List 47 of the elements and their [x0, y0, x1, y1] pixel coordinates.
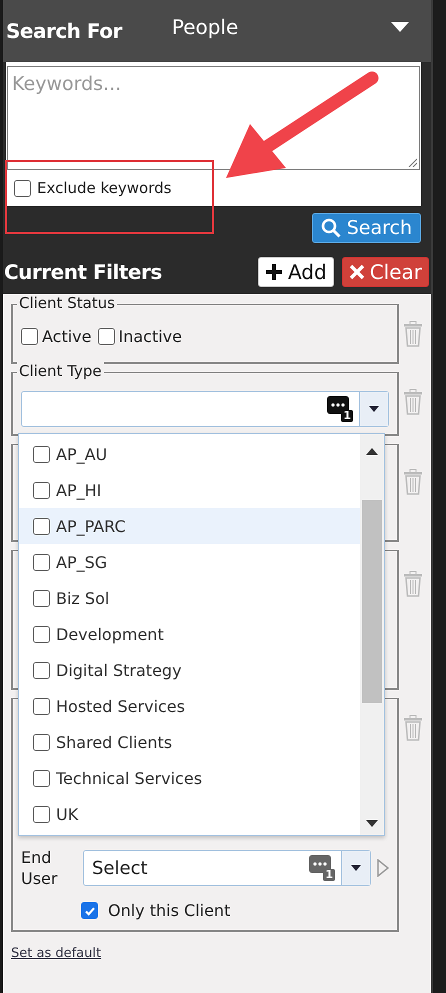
checkbox[interactable]: [33, 734, 50, 750]
caret-icon: [351, 865, 361, 871]
checkbox-label: Only this Client: [108, 901, 230, 920]
plus-icon: [264, 263, 283, 281]
checkbox[interactable]: [33, 698, 50, 714]
checkbox-label: Exclude keywords: [37, 179, 172, 197]
combo-field[interactable]: 1: [21, 391, 389, 427]
checkbox[interactable]: [33, 770, 50, 786]
close-icon: [348, 264, 365, 280]
checkbox[interactable]: [98, 328, 114, 345]
checkbox[interactable]: [33, 446, 50, 462]
clear-button[interactable]: Clear: [342, 257, 429, 287]
field-label: End User: [21, 847, 58, 889]
dropdown-item[interactable]: AP_PARC: [19, 508, 360, 544]
checkbox[interactable]: [81, 902, 98, 919]
scroll-down-icon[interactable]: [366, 820, 378, 827]
checkbox-label: Inactive: [118, 327, 182, 346]
search-for-label: Search For: [6, 19, 122, 43]
checkbox[interactable]: [33, 482, 50, 498]
checkbox[interactable]: [33, 554, 50, 570]
checkbox[interactable]: [33, 662, 50, 678]
caret-icon: [391, 22, 409, 32]
set-default-link[interactable]: Set as default: [11, 946, 102, 961]
checkbox[interactable]: [33, 518, 50, 534]
filters-title: Current Filters: [4, 260, 163, 284]
scroll-up-icon[interactable]: [366, 448, 378, 455]
scrollbar-thumb[interactable]: [362, 500, 382, 703]
select-field[interactable]: Select 1: [83, 850, 371, 886]
count-badge: 1: [323, 869, 335, 881]
search-button[interactable]: Search: [312, 213, 421, 243]
checkbox-label: Active: [42, 327, 92, 346]
count-badge: 1: [341, 410, 353, 422]
caret-icon: [369, 406, 379, 412]
checkbox[interactable]: [33, 626, 50, 642]
checkbox[interactable]: [33, 806, 50, 822]
search-type-select[interactable]: People: [172, 15, 425, 39]
checkbox[interactable]: [33, 590, 50, 606]
resize-grip-icon[interactable]: [407, 157, 417, 167]
search-icon: [320, 218, 341, 238]
dropdown-button[interactable]: [359, 392, 388, 426]
checkbox[interactable]: [14, 180, 31, 196]
dropdown-button[interactable]: [341, 851, 370, 885]
add-button[interactable]: Add: [258, 257, 334, 287]
check-icon: [84, 904, 96, 916]
scrollbar[interactable]: [360, 434, 384, 835]
fieldset-legend: Client Type: [17, 362, 104, 380]
checkbox[interactable]: [21, 328, 38, 345]
